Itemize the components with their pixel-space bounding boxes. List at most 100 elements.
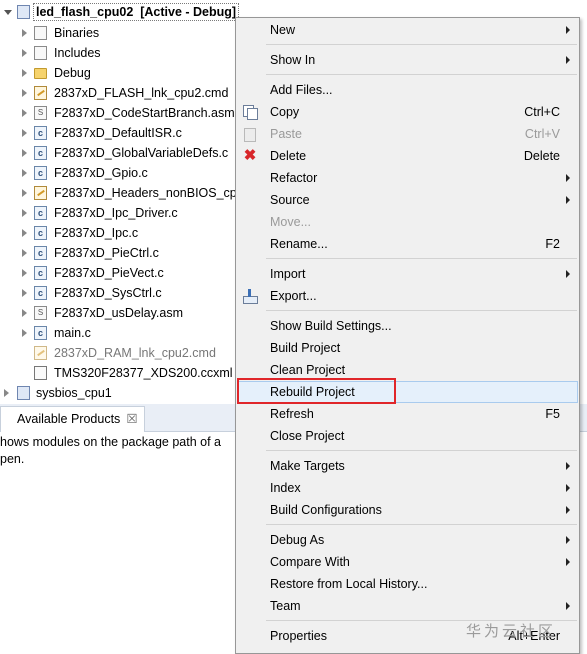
c-file-icon: c <box>34 246 47 260</box>
tree-item-piectrl[interactable]: c F2837xD_PieCtrl.c <box>20 243 240 263</box>
menu-item-debug-as[interactable]: Debug As <box>237 529 578 551</box>
collapsed-arrow-icon[interactable] <box>22 329 27 337</box>
cmd-file-icon <box>34 186 47 200</box>
expanded-arrow-icon[interactable] <box>4 10 12 15</box>
menu-item-import[interactable]: Import <box>237 263 578 285</box>
collapsed-arrow-icon[interactable] <box>22 29 27 37</box>
tree-item-ram-cmd[interactable]: 2837xD_RAM_lnk_cpu2.cmd <box>20 343 240 363</box>
c-file-icon: c <box>34 326 47 340</box>
tree-item-pievect[interactable]: c F2837xD_PieVect.c <box>20 263 240 283</box>
tree-item-ipc[interactable]: c F2837xD_Ipc.c <box>20 223 240 243</box>
menu-separator <box>266 258 577 259</box>
menu-item-index[interactable]: Index <box>237 477 578 499</box>
folder-icon <box>34 68 47 79</box>
tree-item-main[interactable]: c main.c <box>20 323 240 343</box>
tree-item-label: F2837xD_usDelay.asm <box>54 306 183 320</box>
collapsed-arrow-icon[interactable] <box>22 189 27 197</box>
menu-separator <box>266 44 577 45</box>
tree-item-label: sysbios_cpu1 <box>36 386 112 400</box>
collapsed-arrow-icon[interactable] <box>22 49 27 57</box>
tree-item-label: F2837xD_Gpio.c <box>54 166 148 180</box>
menu-item-refresh[interactable]: Refresh F5 <box>237 403 578 425</box>
tree-item-globalvariabledefs[interactable]: c F2837xD_GlobalVariableDefs.c <box>20 143 240 163</box>
highlight-annotation-box <box>237 378 396 404</box>
paste-icon <box>243 127 257 142</box>
menu-item-team[interactable]: Team <box>237 595 578 617</box>
collapsed-arrow-icon[interactable] <box>22 269 27 277</box>
tree-item-sysctrl[interactable]: c F2837xD_SysCtrl.c <box>20 283 240 303</box>
tree-item-ccxml[interactable]: TMS320F28377_XDS200.ccxml <box>20 363 240 383</box>
tab-available-products[interactable]: Available Products ☒ <box>0 406 145 432</box>
project-node-led-flash[interactable]: led_flash_cpu02 [Active - Debug] <box>2 2 242 22</box>
tree-item-flash-cmd[interactable]: 2837xD_FLASH_lnk_cpu2.cmd <box>20 83 240 103</box>
collapsed-arrow-icon[interactable] <box>22 209 27 217</box>
menu-item-refactor[interactable]: Refactor <box>237 167 578 189</box>
tree-item-usdelay[interactable]: S F2837xD_usDelay.asm <box>20 303 240 323</box>
c-file-icon: c <box>34 146 47 160</box>
menu-item-show-build-settings[interactable]: Show Build Settings... <box>237 315 578 337</box>
asm-file-icon: S <box>34 306 47 320</box>
menu-item-export[interactable]: Export... <box>237 285 578 307</box>
submenu-arrow-icon <box>566 462 570 470</box>
submenu-arrow-icon <box>566 602 570 610</box>
menu-item-copy[interactable]: Copy Ctrl+C <box>237 101 578 123</box>
collapsed-arrow-icon[interactable] <box>22 289 27 297</box>
tab-label: Available Products <box>17 412 121 426</box>
menu-item-new[interactable]: New <box>237 19 578 41</box>
collapsed-arrow-icon[interactable] <box>4 389 9 397</box>
tree-item-gpio[interactable]: c F2837xD_Gpio.c <box>20 163 240 183</box>
export-icon <box>243 289 258 304</box>
collapsed-arrow-icon[interactable] <box>22 169 27 177</box>
rtsc-project-icon <box>17 386 30 400</box>
tree-item-defaultisr[interactable]: c F2837xD_DefaultISR.c <box>20 123 240 143</box>
c-file-icon: c <box>34 206 47 220</box>
tree-item-codestartbranch[interactable]: S F2837xD_CodeStartBranch.asm <box>20 103 240 123</box>
tree-item-ipc-driver[interactable]: c F2837xD_Ipc_Driver.c <box>20 203 240 223</box>
collapsed-arrow-icon[interactable] <box>22 229 27 237</box>
menu-item-close-project[interactable]: Close Project <box>237 425 578 447</box>
submenu-arrow-icon <box>566 270 570 278</box>
tree-item-headers-nonbios[interactable]: F2837xD_Headers_nonBIOS_cp <box>20 183 240 203</box>
menu-item-source[interactable]: Source <box>237 189 578 211</box>
collapsed-arrow-icon[interactable] <box>22 69 27 77</box>
panel-text-line: hows modules on the package path of a <box>0 435 221 449</box>
tree-item-debug[interactable]: Debug <box>20 63 240 83</box>
menu-item-compare-with[interactable]: Compare With <box>237 551 578 573</box>
tree-item-label: TMS320F28377_XDS200.ccxml <box>54 366 233 380</box>
tree-item-label: 2837xD_FLASH_lnk_cpu2.cmd <box>54 86 229 100</box>
tree-item-label: Includes <box>54 46 101 60</box>
collapsed-arrow-icon[interactable] <box>22 129 27 137</box>
panel-text-line: pen. <box>0 452 25 466</box>
tree-item-label: F2837xD_Ipc_Driver.c <box>54 206 178 220</box>
menu-item-rename[interactable]: Rename... F2 <box>237 233 578 255</box>
menu-item-paste[interactable]: Paste Ctrl+V <box>237 123 578 145</box>
includes-icon <box>34 46 47 60</box>
c-file-icon: c <box>34 126 47 140</box>
menu-item-build-configurations[interactable]: Build Configurations <box>237 499 578 521</box>
collapsed-arrow-icon[interactable] <box>22 109 27 117</box>
c-file-icon: c <box>34 266 47 280</box>
collapsed-arrow-icon[interactable] <box>22 89 27 97</box>
menu-item-make-targets[interactable]: Make Targets <box>237 455 578 477</box>
menu-item-show-in[interactable]: Show In <box>237 49 578 71</box>
menu-item-delete[interactable]: ✖ Delete Delete <box>237 145 578 167</box>
menu-item-build-project[interactable]: Build Project <box>237 337 578 359</box>
tree-item-label: F2837xD_Headers_nonBIOS_cp <box>54 186 237 200</box>
tree-item-label: Binaries <box>54 26 100 40</box>
ccs-project-icon <box>17 5 30 19</box>
tree-item-label: 2837xD_RAM_lnk_cpu2.cmd <box>54 346 216 360</box>
collapsed-arrow-icon[interactable] <box>22 149 27 157</box>
collapsed-arrow-icon[interactable] <box>22 249 27 257</box>
cmd-file-icon <box>34 86 47 100</box>
menu-item-add-files[interactable]: Add Files... <box>237 79 578 101</box>
menu-item-restore-local-history[interactable]: Restore from Local History... <box>237 573 578 595</box>
tree-item-binaries[interactable]: Binaries <box>20 23 240 43</box>
excluded-cmd-file-icon <box>34 346 47 360</box>
project-node-sysbios[interactable]: sysbios_cpu1 <box>2 383 240 403</box>
tree-item-includes[interactable]: Includes <box>20 43 240 63</box>
tree-item-label: main.c <box>54 326 91 340</box>
collapsed-arrow-icon[interactable] <box>22 309 27 317</box>
tab-close-icon[interactable]: ☒ <box>126 412 137 426</box>
delete-x-icon: ✖ <box>243 147 257 164</box>
menu-item-move[interactable]: Move... <box>237 211 578 233</box>
